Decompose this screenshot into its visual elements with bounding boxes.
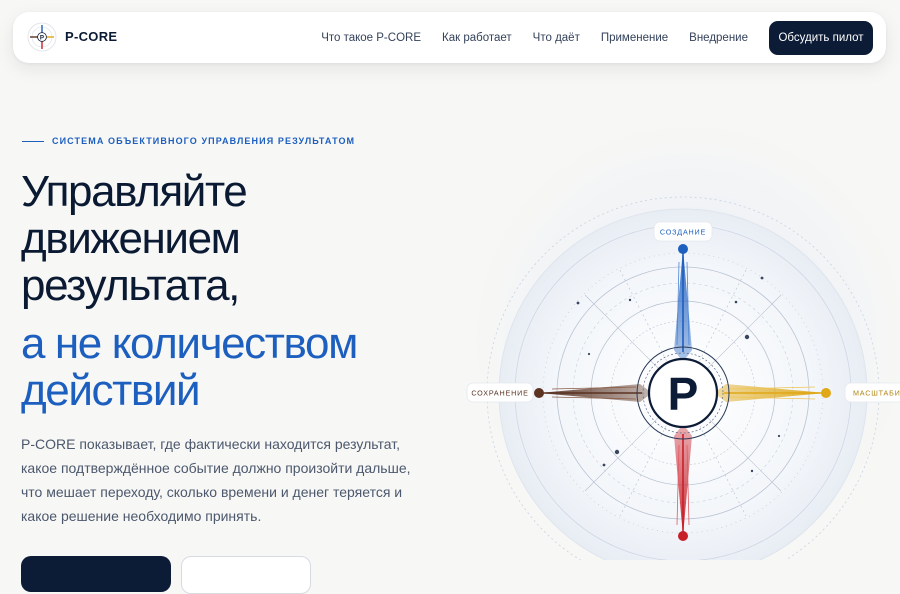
core-letter: P <box>668 368 699 420</box>
label-left: СОХРАНЕНИЕ <box>466 382 534 403</box>
label-right: МАСШТАБИР <box>844 382 900 403</box>
label-top-text: СОЗДАНИЕ <box>660 228 706 237</box>
hero-primary-button[interactable] <box>21 556 171 592</box>
label-left-text: СОХРАНЕНИЕ <box>471 389 528 398</box>
label-right-text: МАСШТАБИР <box>853 389 900 398</box>
label-top: СОЗДАНИЕ <box>653 221 713 242</box>
hero-secondary-button[interactable] <box>181 556 311 594</box>
compass-graphic: P СОЗДАНИЕ СОХРАНЕНИЕ МАСШТАБИР <box>466 196 900 560</box>
